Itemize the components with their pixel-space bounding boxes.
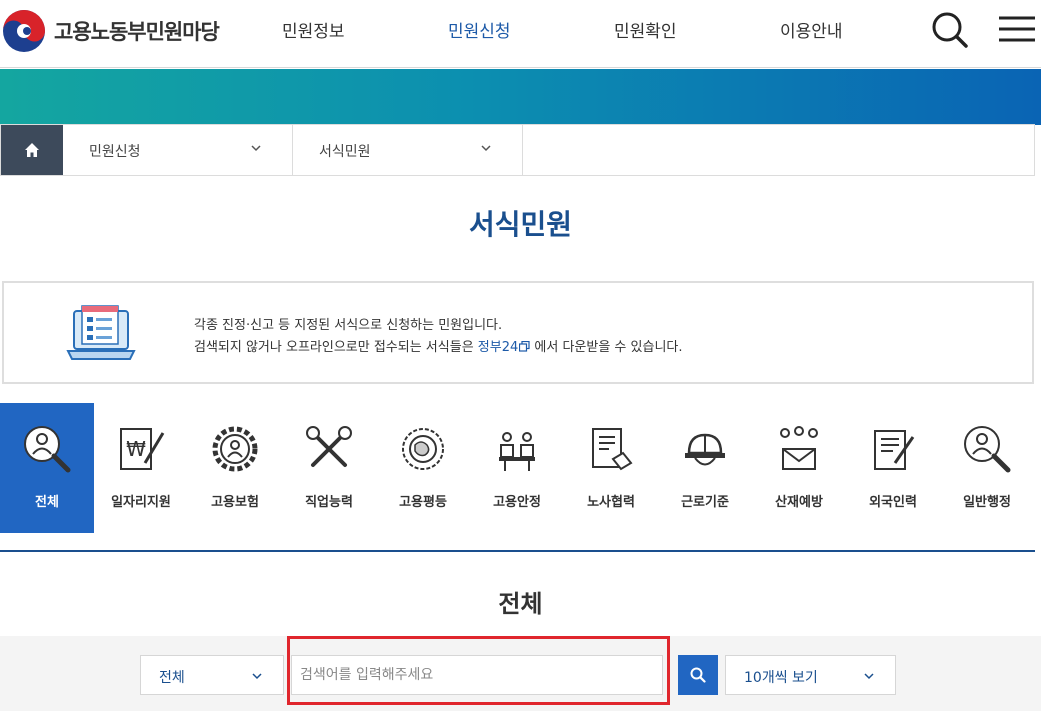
- people-envelope-icon: [780, 426, 818, 470]
- breadcrumb-level1-select[interactable]: 민원신청: [63, 125, 293, 175]
- site-header: 고용노동부민원마당 민원정보 민원신청 민원확인 이용안내: [0, 0, 1041, 68]
- nav-item-usage-guide[interactable]: 이용안내: [780, 17, 843, 42]
- gov24-link[interactable]: 정부24: [478, 340, 530, 355]
- search-bar: 전체 10개씩 보기: [0, 636, 1041, 711]
- category-select[interactable]: 전체: [140, 655, 284, 695]
- breadcrumb-level2-label: 서식민원: [319, 144, 371, 160]
- category-label: 직업능력: [305, 495, 353, 510]
- laptop-form-icon: [66, 305, 136, 360]
- category-label: 산재예방: [775, 495, 823, 510]
- section-title: 전체: [498, 590, 543, 618]
- category-label: 근로기준: [681, 495, 729, 510]
- form-pen-icon: [874, 430, 915, 470]
- search-button[interactable]: [678, 655, 718, 695]
- page-title: 서식민원: [468, 208, 573, 241]
- category-label: 고용평등: [399, 495, 447, 510]
- hard-hat-icon: [685, 433, 725, 466]
- category-tab-labor-cooperation[interactable]: 노사협력: [564, 403, 658, 533]
- chevron-down-icon: [864, 673, 874, 680]
- document-handshake-icon: [592, 428, 633, 471]
- search-icon[interactable]: [930, 10, 970, 50]
- category-tab-general-administration[interactable]: 일반행정: [940, 403, 1034, 533]
- info-text-line1: 각종 진정·신고 등 지정된 서식으로 신청하는 민원입니다.: [194, 318, 503, 333]
- search-icon: [690, 667, 706, 683]
- top-banner: [0, 69, 1041, 125]
- search-input[interactable]: [291, 655, 663, 695]
- category-tab-job-support[interactable]: ₩ 일자리지원: [94, 403, 188, 533]
- won-document-pen-icon: ₩: [120, 428, 165, 470]
- page-size-select[interactable]: 10개씩 보기: [725, 655, 896, 695]
- nav-item-complaint-apply[interactable]: 민원신청: [448, 17, 511, 42]
- category-label: 노사협력: [587, 495, 635, 510]
- category-tab-vocational-skills[interactable]: 직업능력: [282, 403, 376, 533]
- chevron-down-icon: [481, 145, 491, 152]
- meeting-table-icon: [499, 432, 535, 471]
- nav-item-complaint-check[interactable]: 민원확인: [614, 17, 677, 42]
- globe-people-icon: [402, 428, 444, 470]
- category-tab-accident-prevention[interactable]: 산재예방: [752, 403, 846, 533]
- nav-item-complaint-info[interactable]: 민원정보: [282, 17, 345, 42]
- tools-wrench-icon: [306, 426, 352, 467]
- section-divider: [0, 550, 1035, 552]
- category-tab-employment-equality[interactable]: 고용평등: [376, 403, 470, 533]
- category-label: 전체: [35, 495, 59, 510]
- home-icon: [25, 143, 39, 157]
- chevron-down-icon: [252, 673, 262, 680]
- gov24-link-label: 정부24: [477, 340, 519, 355]
- main-navigation: 민원정보 민원신청 민원확인 이용안내: [0, 0, 1041, 68]
- category-tab-foreign-workforce[interactable]: 외국인력: [846, 403, 940, 533]
- external-link-icon: [519, 340, 530, 352]
- category-label: 외국인력: [869, 495, 917, 510]
- breadcrumb: 민원신청 서식민원: [0, 124, 1035, 176]
- info-box: 각종 진정·신고 등 지정된 서식으로 신청하는 민원입니다. 검색되지 않거나…: [2, 281, 1034, 384]
- magnifier-person-icon: [964, 426, 1011, 473]
- category-label: 일반행정: [963, 495, 1011, 510]
- info-text-before-link: 검색되지 않거나 오프라인으로만 접수되는 서식들은: [194, 340, 474, 355]
- category-tab-employment-stability[interactable]: 고용안정: [470, 403, 564, 533]
- category-label: 고용안정: [493, 495, 541, 510]
- category-label: 일자리지원: [111, 495, 171, 510]
- info-text-after-link: 에서 다운받을 수 있습니다.: [534, 340, 683, 355]
- category-tab-all[interactable]: 전체: [0, 403, 94, 533]
- hamburger-menu-icon[interactable]: [997, 14, 1037, 44]
- breadcrumb-level2-select[interactable]: 서식민원: [293, 125, 523, 175]
- breadcrumb-level1-label: 민원신청: [89, 144, 141, 160]
- breadcrumb-home-button[interactable]: [1, 125, 63, 175]
- gear-person-icon: [212, 426, 258, 472]
- page-size-select-value: 10개씩 보기: [744, 670, 818, 686]
- category-tab-labor-standards[interactable]: 근로기준: [658, 403, 752, 533]
- category-tab-employment-insurance[interactable]: 고용보험: [188, 403, 282, 533]
- info-text-line2: 검색되지 않거나 오프라인으로만 접수되는 서식들은 정부24 에서 다운받을 …: [194, 336, 683, 355]
- svg-text:₩: ₩: [126, 437, 146, 461]
- category-tabs: 전체 ₩ 일자리지원 고용보험 직업능력 고용평등 고용안정 노사협력 근로기준…: [0, 403, 1041, 533]
- category-select-value: 전체: [159, 670, 185, 686]
- magnifier-person-icon: [24, 426, 71, 473]
- category-label: 고용보험: [211, 495, 259, 510]
- chevron-down-icon: [251, 145, 261, 152]
